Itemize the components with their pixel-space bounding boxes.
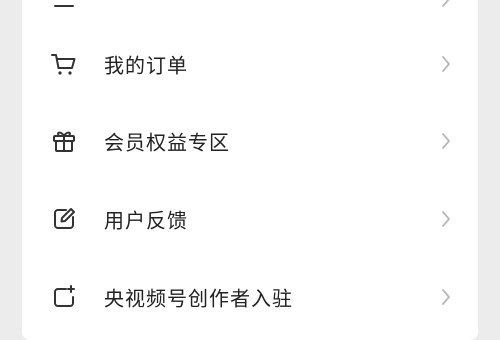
- chevron-right-icon: [440, 54, 452, 74]
- chevron-right-icon: [440, 209, 452, 229]
- menu-card: 我的订单 会员权益专区 用户反馈 央视频号创作者入驻: [22, 0, 478, 340]
- gift-icon: [50, 127, 78, 155]
- menu-item-my-orders[interactable]: 我的订单: [22, 25, 478, 103]
- menu-item-label: 会员权益专区: [104, 130, 230, 155]
- creator-icon: [50, 283, 78, 311]
- cart-icon: [50, 50, 78, 78]
- menu-item-user-feedback[interactable]: 用户反馈: [22, 180, 478, 258]
- menu-item-label: 我的订单: [104, 53, 188, 78]
- chevron-right-icon: [440, 0, 452, 9]
- chevron-right-icon: [440, 131, 452, 151]
- menu-item-label: 用户反馈: [104, 208, 188, 233]
- chevron-right-icon: [440, 287, 452, 307]
- menu-item-creator-join[interactable]: 央视频号创作者入驻: [22, 258, 478, 336]
- menu-item-member-benefits[interactable]: 会员权益专区: [22, 102, 478, 180]
- edit-icon: [50, 205, 78, 233]
- menu-item-label: 央视频号创作者入驻: [104, 286, 293, 311]
- menu-icon: [50, 0, 78, 13]
